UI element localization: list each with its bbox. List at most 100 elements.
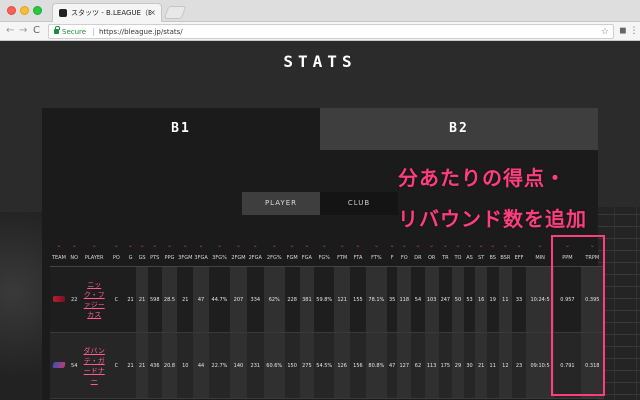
column-header-2fgpct[interactable]: 2FG%	[263, 250, 285, 267]
column-header-po[interactable]: PO	[107, 250, 125, 267]
column-header-player[interactable]: PLAYER	[80, 250, 108, 267]
maximize-window-icon[interactable]	[33, 6, 42, 15]
sort-chevron-icon[interactable]: ⌄	[162, 242, 178, 250]
sort-chevron-icon[interactable]: ⌄	[464, 242, 476, 250]
browser-tab-bar: スタッツ - B.LEAGUE（Bリーグ） ×	[0, 0, 640, 22]
sort-chevron-icon[interactable]: ⌄	[487, 242, 499, 250]
cell-dr: 54	[411, 266, 425, 333]
column-header-ppg[interactable]: PPG	[161, 250, 178, 267]
url-text[interactable]: https://bleague.jp/stats/	[99, 26, 183, 38]
sort-chevron-icon[interactable]: ⌄	[334, 242, 350, 250]
column-header-eff[interactable]: EFF	[512, 250, 526, 267]
sort-chevron-icon[interactable]: ⌄	[247, 242, 264, 250]
extension-icon[interactable]: ◼	[618, 25, 628, 37]
sort-chevron-icon[interactable]: ⌄	[397, 242, 411, 250]
player-name-link[interactable]: ダバンテ・ガードナー	[80, 332, 108, 399]
column-header-ftpct[interactable]: FT%	[365, 250, 387, 267]
browser-toolbar: ← → C Secure https://bleague.jp/stats/ ☆…	[0, 22, 640, 41]
sort-chevron-icon[interactable]: ⌄	[425, 242, 439, 250]
tab-b1[interactable]: B1	[42, 108, 320, 150]
sort-chevron-icon[interactable]: ⌄	[177, 242, 193, 250]
forward-icon[interactable]: →	[19, 24, 27, 38]
column-header-2fgm[interactable]: 2FGM	[230, 250, 247, 267]
cell-po: C	[107, 266, 125, 333]
sort-chevron-icon[interactable]: ⌄	[512, 242, 526, 250]
column-header-bs[interactable]: BS	[486, 250, 499, 267]
sort-chevron-icon[interactable]: ⌄	[108, 242, 125, 250]
menu-icon[interactable]: ⋮	[629, 25, 639, 37]
sort-chevron-icon[interactable]: ⌄	[411, 242, 425, 250]
page-title: STATS	[283, 52, 357, 71]
sort-chevron-icon[interactable]: ⌄	[136, 242, 148, 250]
column-header-no[interactable]: NO	[67, 250, 81, 267]
minimize-window-icon[interactable]	[20, 6, 29, 15]
team-logo[interactable]	[50, 332, 68, 399]
sort-chevron-icon[interactable]: ⌄	[366, 242, 387, 250]
sort-chevron-icon[interactable]: ⌄	[350, 242, 366, 250]
sort-chevron-icon[interactable]: ⌄	[475, 242, 487, 250]
column-header-fgpct[interactable]: FG%	[314, 250, 335, 267]
column-header-or[interactable]: OR	[424, 250, 439, 267]
column-header-to[interactable]: TO	[452, 250, 464, 267]
column-header-3fgm[interactable]: 3FGM	[177, 250, 194, 267]
column-header-ftm[interactable]: FTM	[334, 250, 351, 267]
sort-chevron-icon[interactable]: ⌄	[209, 242, 230, 250]
address-bar[interactable]: Secure https://bleague.jp/stats/ ☆	[48, 24, 614, 39]
club-toggle-button[interactable]: CLUB	[320, 192, 398, 215]
column-header-fga[interactable]: FGA	[299, 250, 315, 267]
player-name-link[interactable]: ニック・ファジーカス	[80, 266, 108, 333]
column-header-3fga[interactable]: 3FGA	[193, 250, 209, 267]
column-header-team[interactable]: TEAM	[50, 250, 68, 267]
tab-close-icon[interactable]: ×	[149, 7, 156, 19]
sort-chevron-icon[interactable]: ⌄	[230, 242, 247, 250]
close-window-icon[interactable]	[7, 6, 16, 15]
column-header-as[interactable]: AS	[463, 250, 476, 267]
column-header-bsr[interactable]: BSR	[498, 250, 513, 267]
sort-chevron-icon[interactable]: ⌄	[499, 242, 513, 250]
sort-chevron-icon[interactable]: ⌄	[125, 242, 137, 250]
sort-chevron-icon[interactable]: ⌄	[314, 242, 334, 250]
sort-chevron-icon[interactable]: ⌄	[68, 242, 81, 250]
column-header-tr[interactable]: TR	[438, 250, 453, 267]
favicon-icon	[59, 9, 67, 17]
bookmark-star-icon[interactable]: ☆	[601, 26, 609, 38]
sort-chevron-icon[interactable]: ⌄	[387, 242, 398, 250]
column-header-2fga[interactable]: 2FGA	[246, 250, 264, 267]
column-header-gs[interactable]: GS	[136, 250, 148, 267]
cell-eff: 33	[512, 266, 526, 333]
team-logo[interactable]	[50, 266, 68, 333]
cell-to: 50	[452, 266, 464, 333]
column-header-st[interactable]: ST	[475, 250, 487, 267]
sort-chevron-icon[interactable]: ⌄	[264, 242, 285, 250]
column-header-fta[interactable]: FTA	[350, 250, 366, 267]
cell-fgm3: 21	[177, 266, 194, 333]
reload-icon[interactable]: C	[33, 24, 40, 38]
cell-fgm: 150	[284, 332, 300, 399]
column-header-fo[interactable]: FO	[397, 250, 412, 267]
sort-chevron-icon[interactable]: ⌄	[300, 242, 315, 250]
sort-chevron-icon[interactable]: ⌄	[439, 242, 453, 250]
browser-tab[interactable]: スタッツ - B.LEAGUE（Bリーグ） ×	[52, 3, 162, 22]
table-row[interactable]: 54 ダバンテ・ガードナー C 21 21 436 20.8 10 44 22.7% 140 231 6…	[50, 332, 604, 399]
cell-fta: 156	[350, 332, 366, 399]
sort-chevron-icon[interactable]: ⌄	[81, 242, 108, 250]
cell-fgp: 54.5%	[314, 332, 335, 399]
sort-chevron-icon[interactable]: ⌄	[452, 242, 464, 250]
tab-b2[interactable]: B2	[320, 108, 598, 150]
column-header-3fgpct[interactable]: 3FG%	[208, 250, 231, 267]
new-tab-button[interactable]	[163, 6, 187, 19]
column-header-dr[interactable]: DR	[411, 250, 425, 267]
column-header-pts[interactable]: PTS	[147, 250, 162, 267]
column-header-f[interactable]: F	[386, 250, 398, 267]
tab-b2-label: B2	[449, 121, 469, 136]
sort-chevron-icon[interactable]: ⌄	[50, 242, 68, 250]
cell-po: C	[107, 332, 125, 399]
column-header-g[interactable]: G	[124, 250, 137, 267]
player-toggle-button[interactable]: PLAYER	[242, 192, 320, 215]
table-row[interactable]: 22 ニック・ファジーカス C 21 21 598 28.5 21 47 44.7% 207 334 6…	[50, 266, 604, 333]
sort-chevron-icon[interactable]: ⌄	[285, 242, 300, 250]
sort-chevron-icon[interactable]: ⌄	[148, 242, 162, 250]
back-icon[interactable]: ←	[6, 24, 14, 38]
sort-chevron-icon[interactable]: ⌄	[193, 242, 209, 250]
column-header-fgm[interactable]: FGM	[284, 250, 300, 267]
